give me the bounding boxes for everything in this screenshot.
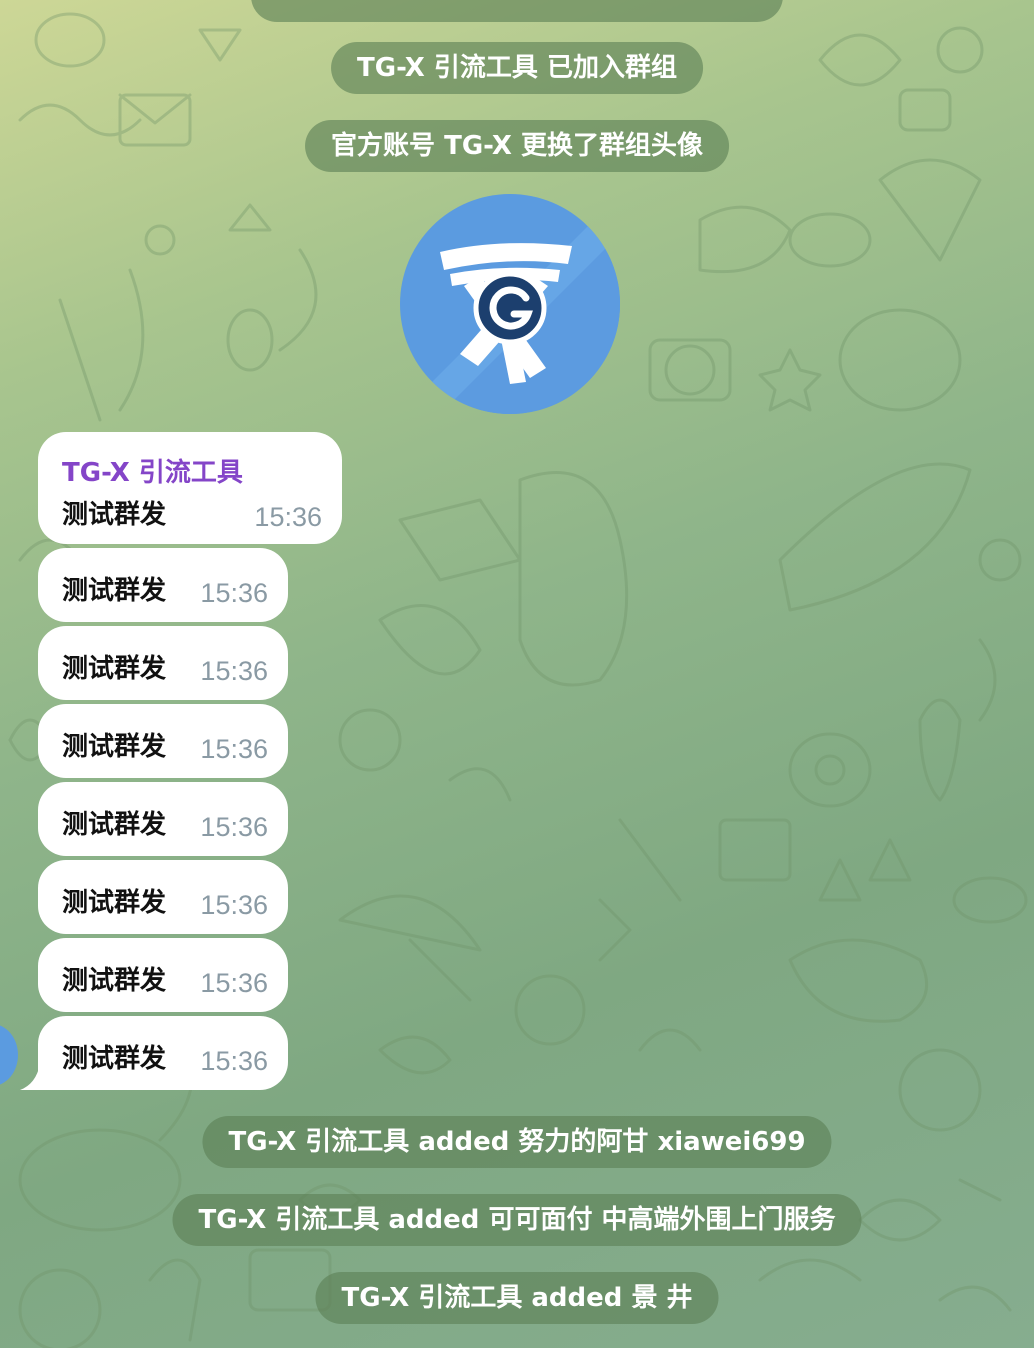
message-time: 15:36 (200, 734, 268, 764)
message-bubble[interactable]: 测试群发 15:36 (38, 626, 288, 700)
message-text: 测试群发 (62, 1044, 167, 1074)
message-bubble[interactable]: 测试群发 15:36 (38, 938, 288, 1012)
message-time: 15:36 (200, 1046, 268, 1076)
message-bubble[interactable]: TG-X 引流工具 测试群发 15:36 (38, 432, 342, 544)
message-time: 15:36 (254, 502, 322, 532)
message-bubble[interactable]: 测试群发 15:36 (38, 704, 288, 778)
message-time: 15:36 (200, 968, 268, 998)
message-text: 测试群发 (62, 810, 167, 840)
message-bubble[interactable]: 测试群发 15:36 (38, 548, 288, 622)
message-text: 测试群发 (62, 576, 167, 606)
service-message-added: TG-X 引流工具 added 景 井 (315, 1272, 719, 1324)
message-text: 测试群发 (62, 500, 167, 530)
message-time: 15:36 (200, 812, 268, 842)
service-message-photo-changed: 官方账号 TG-X 更换了群组头像 (305, 120, 729, 172)
message-bubble[interactable]: 测试群发 15:36 (38, 782, 288, 856)
message-time: 15:36 (200, 578, 268, 608)
message-text: 测试群发 (62, 732, 167, 762)
group-photo[interactable] (400, 194, 620, 414)
message-text: 测试群发 (62, 966, 167, 996)
message-text: 测试群发 (62, 888, 167, 918)
service-message-added: TG-X 引流工具 added 努力的阿甘 xiawei699 (202, 1116, 832, 1168)
message-time: 15:36 (200, 656, 268, 686)
message-sender[interactable]: TG-X 引流工具 (62, 452, 243, 489)
message-bubble[interactable]: 测试群发 15:36 (38, 860, 288, 934)
message-text: 测试群发 (62, 654, 167, 684)
service-message-joined: TG-X 引流工具 已加入群组 (331, 42, 703, 94)
service-message-added: TG-X 引流工具 added 可可面付 中高端外围上门服务 (172, 1194, 862, 1246)
message-time: 15:36 (200, 890, 268, 920)
service-message-cut (251, 0, 783, 22)
sender-avatar[interactable] (0, 1024, 18, 1086)
message-bubble[interactable]: 测试群发 15:36 (38, 1016, 288, 1090)
